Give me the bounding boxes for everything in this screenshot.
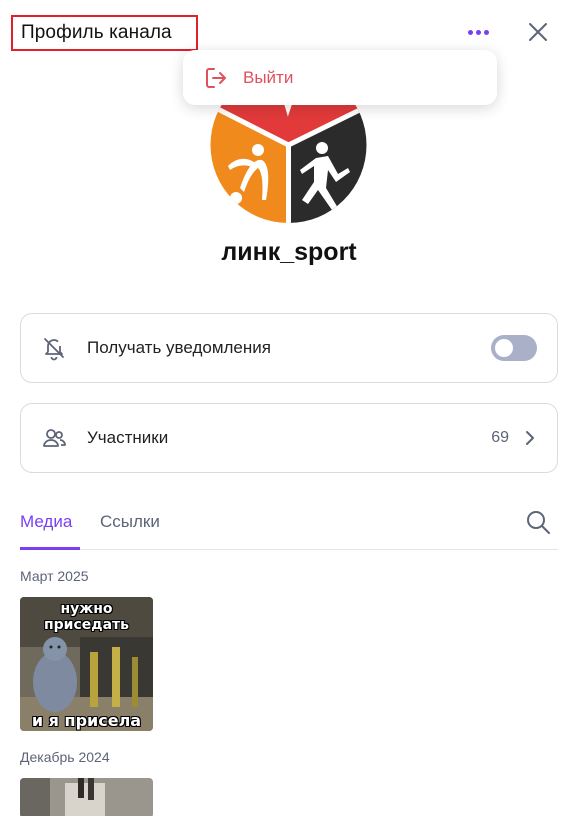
search-icon[interactable]: [524, 508, 552, 536]
media-month-label: Декабрь 2024: [20, 749, 110, 765]
page-title: Профиль канала: [21, 22, 172, 43]
logout-icon: [206, 67, 226, 88]
meme-caption-top: нужно приседать: [43, 601, 130, 633]
chevron-right-icon: [526, 431, 534, 445]
meme-caption-bottom: и я присела: [31, 711, 142, 730]
notifications-label: Получать уведомления: [87, 338, 271, 357]
media-thumbnail[interactable]: нужно приседать и я присела: [20, 597, 153, 731]
notifications-toggle[interactable]: [491, 335, 537, 361]
toggle-knob: [495, 339, 513, 357]
members-count: 69: [491, 429, 509, 446]
logout-label: Выйти: [243, 67, 294, 87]
tab-links[interactable]: Ссылки: [100, 512, 160, 532]
bell-off-icon: [44, 338, 64, 361]
more-horizontal-icon: [467, 29, 489, 35]
media-tabs: Медиа Ссылки: [20, 504, 558, 550]
channel-profile-panel: Профиль канала Выйти линк_sport Получать…: [0, 0, 578, 816]
page-title-box: Профиль канала: [11, 15, 198, 51]
options-dropdown: Выйти: [183, 50, 497, 105]
media-month-label: Март 2025: [20, 568, 89, 584]
members-row[interactable]: Участники 69: [20, 403, 558, 473]
active-tab-indicator: [20, 547, 80, 550]
channel-name: линк_sport: [221, 238, 357, 266]
media-image: [20, 778, 153, 816]
users-icon: [43, 429, 66, 447]
media-thumbnail[interactable]: [20, 778, 153, 816]
logout-menu-item[interactable]: Выйти: [203, 65, 293, 91]
close-icon[interactable]: [522, 16, 554, 48]
members-label: Участники: [87, 428, 169, 447]
tab-media[interactable]: Медиа: [20, 512, 72, 532]
notifications-row: Получать уведомления: [20, 313, 558, 383]
more-options-button[interactable]: [462, 18, 494, 46]
